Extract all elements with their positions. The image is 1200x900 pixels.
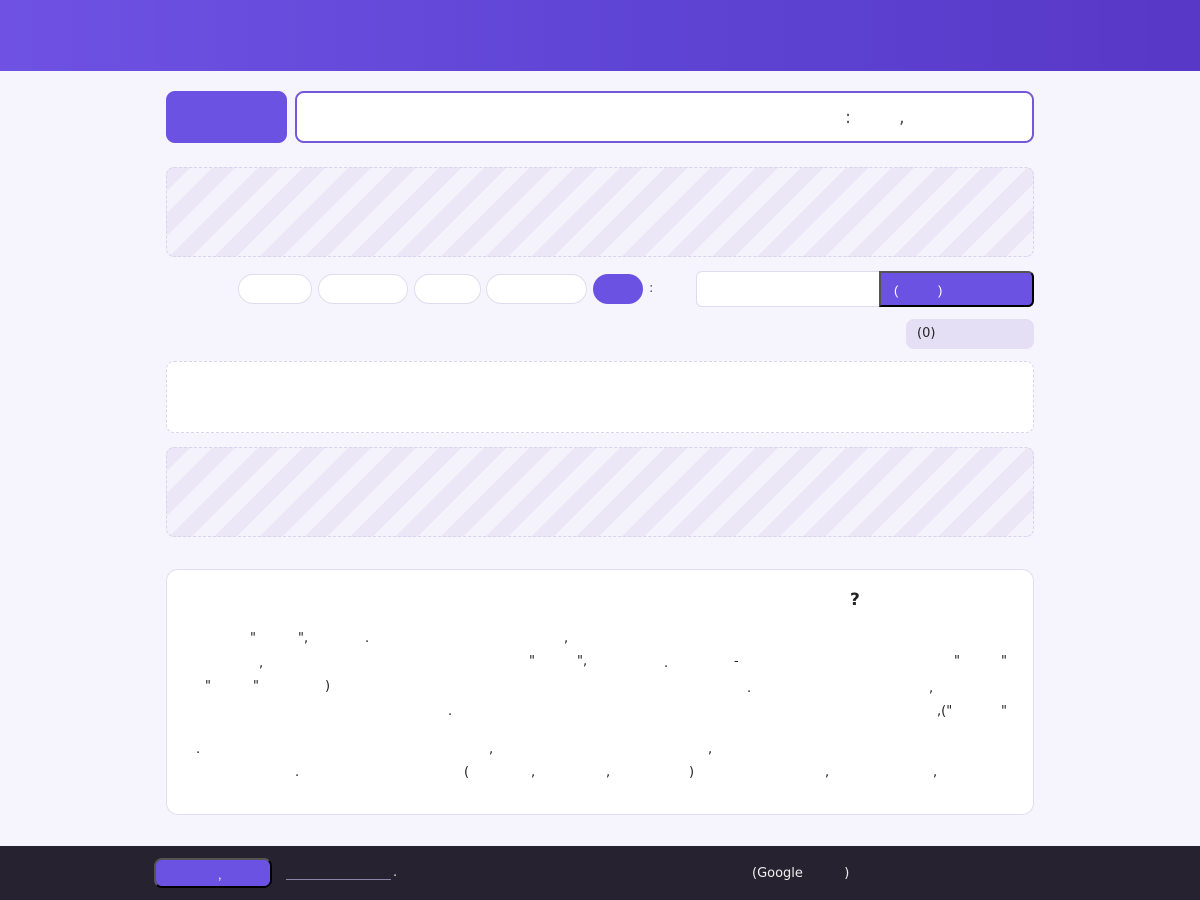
faq-text-fragment: ) <box>689 765 695 780</box>
faq-text-fragment: , <box>564 631 569 646</box>
faq-text-fragment: " <box>1001 654 1007 669</box>
footer-button-label: , <box>218 867 222 882</box>
footer-note: (Google ) <box>752 866 850 881</box>
filter-colon: : <box>649 281 654 296</box>
faq-text-fragment: ) <box>325 679 331 694</box>
faq-text-fragment: ", <box>298 631 309 646</box>
filter-chip-2[interactable] <box>318 274 408 304</box>
ad-placeholder-top <box>166 167 1034 257</box>
faq-section: ? " ",.,, " ",. - " " " ").,. ,(" ".,,.(,,),, <box>166 569 1034 815</box>
ad-placeholder-middle <box>166 447 1034 537</box>
results-panel <box>166 361 1034 433</box>
faq-text-fragment: - <box>734 654 739 669</box>
filter-chip-3[interactable] <box>414 274 481 304</box>
faq-text-fragment: . <box>295 765 300 780</box>
faq-text-fragment: , <box>933 765 938 780</box>
faq-text-fragment: , <box>929 681 934 696</box>
filter-chip-active[interactable] <box>593 274 643 304</box>
faq-text-fragment: , <box>606 765 611 780</box>
search-comma: , <box>899 107 905 128</box>
top-header-bar <box>0 0 1200 71</box>
faq-text-fragment: . <box>365 631 370 646</box>
sort-input[interactable] <box>696 271 880 307</box>
search-input[interactable]: : , <box>295 91 1034 143</box>
filter-chip-4[interactable] <box>486 274 587 304</box>
filter-chip-1[interactable] <box>238 274 312 304</box>
faq-question: ? <box>850 590 860 610</box>
faq-text-fragment: , <box>531 765 536 780</box>
faq-text-fragment: ,(" <box>937 704 953 719</box>
faq-text-fragment: . <box>747 681 752 696</box>
footer-link[interactable] <box>286 866 391 880</box>
sort-paren-close: ) <box>938 283 943 298</box>
sort-button[interactable]: ( ) <box>879 271 1034 307</box>
brand-button[interactable] <box>166 91 287 143</box>
faq-text-fragment: " <box>954 654 960 669</box>
faq-text-fragment: , <box>825 765 830 780</box>
faq-text-fragment: " <box>205 679 211 694</box>
results-count-badge: (0) <box>906 319 1034 349</box>
faq-text-fragment: " <box>529 654 535 669</box>
faq-text-fragment: , <box>259 656 264 671</box>
faq-text-fragment: ( <box>464 765 470 780</box>
faq-text-fragment: " <box>250 631 256 646</box>
faq-text-fragment: , <box>489 742 494 757</box>
faq-text-fragment: " <box>253 679 259 694</box>
footer-dot: . <box>393 865 398 880</box>
faq-text-fragment: ", <box>577 654 588 669</box>
faq-text-fragment: " <box>1001 704 1007 719</box>
footer-button[interactable]: , <box>154 858 272 888</box>
faq-text-fragment: . <box>196 742 201 757</box>
faq-text-fragment: . <box>448 704 453 719</box>
faq-text-fragment: , <box>708 742 713 757</box>
footer: , . (Google ) <box>0 846 1200 900</box>
search-colon: : <box>845 107 852 128</box>
sort-paren-open: ( <box>894 283 899 298</box>
faq-text-fragment: . <box>664 656 669 671</box>
